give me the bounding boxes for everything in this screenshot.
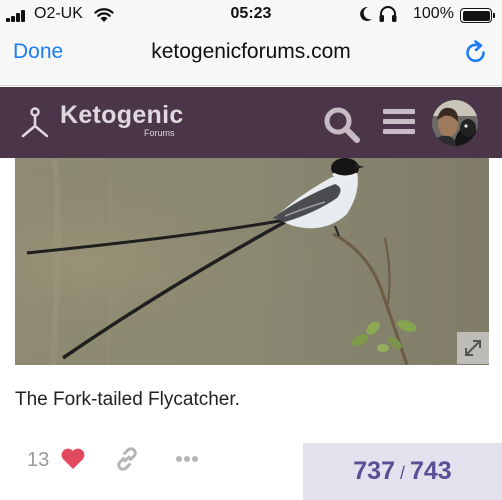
like-count[interactable]: 13 [27, 449, 49, 472]
post-caption: The Fork-tailed Flycatcher. [15, 389, 240, 410]
status-bar: O2-UK 05:23 100% [0, 0, 502, 30]
link-icon[interactable] [114, 446, 140, 472]
forum-subtitle: Forums [144, 128, 175, 138]
battery-percentage: 100% [413, 5, 454, 22]
heart-icon[interactable] [60, 447, 86, 471]
user-avatar[interactable] [432, 100, 478, 146]
forum-header: Ketogenic Forums [0, 87, 502, 158]
moon-icon [360, 6, 372, 21]
search-icon[interactable] [323, 106, 361, 144]
headphones-icon [379, 6, 397, 22]
reload-icon[interactable] [464, 40, 488, 66]
hamburger-menu-icon[interactable] [383, 109, 415, 135]
topic-progress[interactable]: 737/743 [303, 443, 502, 500]
post-image[interactable] [15, 158, 489, 365]
progress-current: 737 [353, 457, 395, 485]
ellipsis-icon[interactable] [175, 455, 199, 463]
browser-toolbar: Done ketogenicforums.com [0, 30, 502, 86]
url-label[interactable]: ketogenicforums.com [0, 40, 502, 64]
progress-separator: / [399, 463, 405, 483]
progress-text: 737/743 [303, 457, 502, 486]
progress-total: 743 [410, 457, 452, 485]
battery-icon [460, 8, 495, 23]
forum-title[interactable]: Ketogenic [60, 101, 184, 130]
expand-icon[interactable] [457, 332, 489, 364]
ketogenic-logo-icon[interactable] [20, 107, 50, 139]
